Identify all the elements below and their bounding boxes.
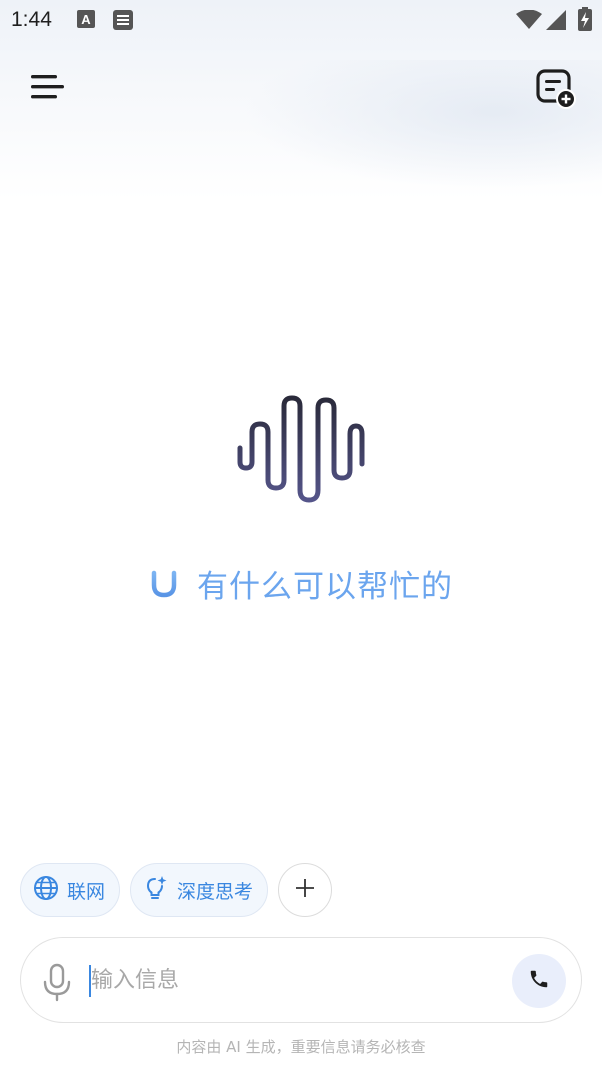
voice-call-button[interactable]	[512, 954, 566, 1008]
status-bar: 1:44 A	[0, 0, 602, 40]
new-chat-icon	[534, 69, 578, 114]
greeting-text: 有什么可以帮忙的	[197, 568, 453, 605]
lightbulb-icon	[143, 875, 169, 905]
web-search-chip[interactable]: 联网	[20, 863, 121, 917]
feature-chips: 联网 深度思考	[20, 863, 333, 917]
app-logo-wave-icon	[230, 392, 372, 508]
text-a-icon: A	[76, 9, 96, 33]
plus-icon	[294, 877, 316, 903]
svg-text:A: A	[81, 12, 91, 27]
microphone-icon	[41, 963, 73, 1006]
deep-think-chip-label: 深度思考	[177, 880, 254, 903]
voice-input-button[interactable]	[41, 962, 73, 1002]
web-search-chip-label: 联网	[67, 880, 106, 903]
greeting: 有什么可以帮忙的	[0, 560, 602, 606]
hamburger-menu-icon	[28, 75, 68, 108]
signal-icon	[546, 10, 566, 34]
menu-button[interactable]	[28, 70, 68, 104]
wifi-icon	[516, 9, 542, 34]
deep-think-chip[interactable]: 深度思考	[130, 863, 269, 917]
smile-face-icon	[149, 567, 179, 599]
ai-disclaimer: 内容由 AI 生成，重要信息请务必核查	[176, 1038, 426, 1056]
new-chat-button[interactable]	[534, 66, 578, 110]
more-options-button[interactable]	[278, 863, 333, 917]
message-input[interactable]	[91, 960, 501, 1000]
document-icon	[112, 9, 134, 35]
globe-icon	[33, 875, 59, 905]
phone-icon	[528, 968, 550, 994]
status-time: 1:44	[11, 8, 52, 31]
message-composer	[20, 937, 582, 1023]
app-header	[0, 60, 602, 114]
battery-charging-icon	[578, 7, 592, 35]
